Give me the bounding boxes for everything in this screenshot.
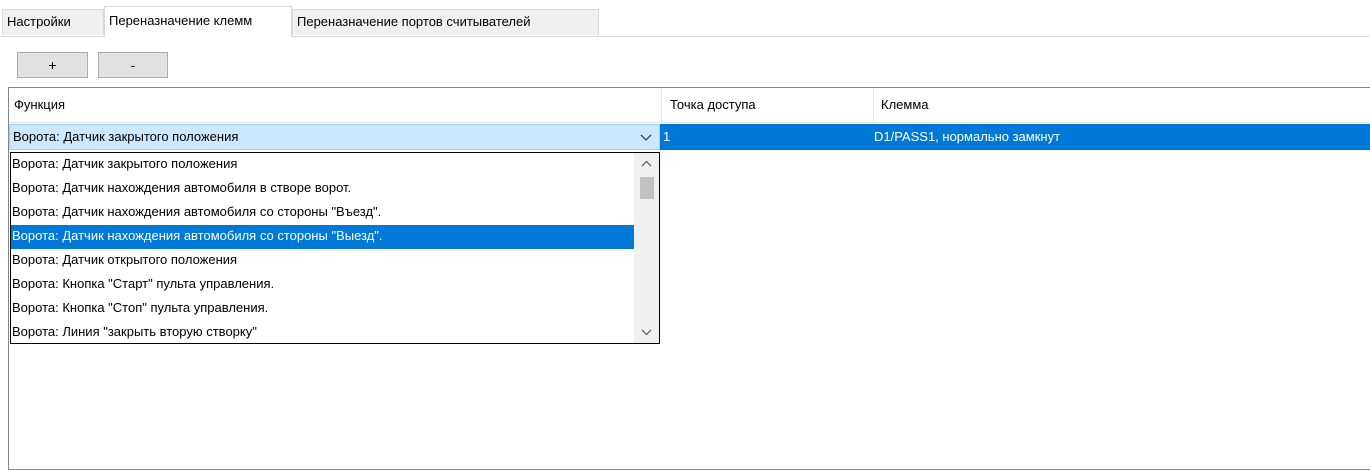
function-combobox[interactable]: Ворота: Датчик закрытого положения [9, 124, 660, 150]
cell-access-point[interactable]: 1 [660, 124, 874, 150]
dropdown-option[interactable]: Ворота: Датчик закрытого положения [11, 153, 634, 177]
dropdown-scrollbar[interactable] [634, 153, 659, 343]
function-dropdown-list: Ворота: Датчик закрытого положения Ворот… [10, 152, 660, 344]
dropdown-option[interactable]: Ворота: Датчик нахождения автомобиля в с… [11, 177, 634, 201]
chevron-down-icon[interactable] [639, 125, 653, 149]
tab-reader-port-remap[interactable]: Переназначение портов считывателей [292, 9, 599, 35]
dropdown-option[interactable]: Ворота: Линия "закрыть вторую створку" [11, 321, 634, 343]
tab-terminal-remap[interactable]: Переназначение клемм [104, 6, 292, 37]
dropdown-option[interactable]: Ворота: Кнопка "Стоп" пульта управления. [11, 297, 634, 321]
scroll-down-icon[interactable] [634, 321, 659, 343]
function-combobox-value: Ворота: Датчик закрытого положения [13, 129, 239, 144]
tab-strip: Настройки Переназначение клемм Переназна… [0, 0, 1370, 38]
scroll-up-icon[interactable] [634, 153, 659, 175]
terminal-grid: Функция Точка доступа Клемма Ворота: Дат… [8, 87, 1370, 470]
scrollbar-thumb[interactable] [640, 177, 654, 199]
add-button[interactable]: + [17, 52, 88, 78]
dropdown-option[interactable]: Ворота: Кнопка "Старт" пульта управления… [11, 273, 634, 297]
column-header-terminal[interactable]: Клемма [874, 88, 1370, 123]
dropdown-option[interactable]: Ворота: Датчик открытого положения [11, 249, 634, 273]
dropdown-option[interactable]: Ворота: Датчик нахождения автомобиля со … [11, 201, 634, 225]
tab-settings[interactable]: Настройки [2, 9, 104, 35]
dropdown-option-highlighted[interactable]: Ворота: Датчик нахождения автомобиля со … [11, 225, 634, 249]
cell-terminal[interactable]: D1/PASS1, нормально замкнут [874, 124, 1370, 150]
column-header-function[interactable]: Функция [9, 88, 662, 123]
column-header-access-point[interactable]: Точка доступа [662, 88, 874, 123]
remove-button[interactable]: - [98, 52, 168, 78]
